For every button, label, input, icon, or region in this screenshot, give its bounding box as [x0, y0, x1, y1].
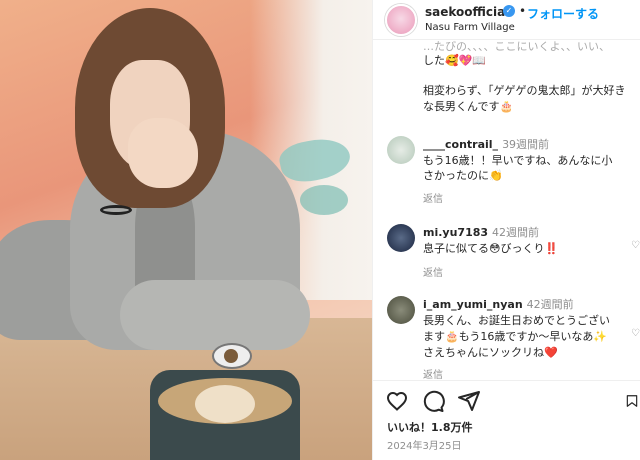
comment-time: 42週間前 — [492, 226, 540, 239]
post-photo[interactable] — [0, 0, 372, 460]
heart-icon[interactable]: ♡ — [631, 240, 640, 251]
post-location[interactable]: Nasu Farm Village — [425, 22, 515, 33]
post-date: 2024年3月25日 — [387, 441, 462, 452]
comment-text: もう16歳！！早いですね、あんなに小 — [423, 154, 613, 167]
comment-time: 39週間前 — [502, 138, 550, 151]
photo-teal-blob — [300, 185, 348, 215]
caption-line: した🥰💖📖 — [423, 54, 487, 67]
commenter-avatar[interactable] — [387, 136, 415, 164]
comment-username-text[interactable]: mi.yu7183 — [423, 226, 488, 239]
caption-line: 相変わらず、「ゲゲゲの鬼太郎」が大好き — [423, 84, 626, 97]
like-count[interactable]: いいね！1.8万件 — [387, 419, 473, 435]
comment-text: さえちゃんにソックリね❤️ — [423, 346, 558, 359]
comment-text: ます🎂もう16歳ですか〜早いなあ✨ — [423, 330, 608, 343]
photo-bracelet — [100, 205, 132, 215]
comment-username[interactable]: ____contrail_ 39週間前 — [423, 136, 549, 152]
photo-cake-figure — [195, 385, 255, 423]
profile-username[interactable]: saekoofficial — [425, 5, 509, 19]
post-actions-bar: いいね！1.8万件 2024年3月25日 — [373, 380, 640, 460]
heart-icon[interactable] — [385, 389, 409, 413]
comment-icon[interactable] — [421, 389, 445, 413]
profile-avatar[interactable] — [385, 4, 417, 36]
post-side-panel: saekoofficial ✓ • フォローする Nasu Farm Villa… — [372, 0, 640, 460]
photo-eyeball-pupil — [224, 349, 238, 363]
commenter-avatar[interactable] — [387, 296, 415, 324]
comment-username[interactable]: mi.yu7183 42週間前 — [423, 224, 539, 240]
reply-button[interactable]: 返信 — [423, 366, 443, 380]
comment-username[interactable]: i_am_yumi_nyan 42週間前 — [423, 296, 574, 312]
comment-text: 息子に似てる😳びっくり‼️ — [423, 242, 559, 255]
commenter-avatar[interactable] — [387, 224, 415, 252]
photo-hand — [128, 118, 198, 188]
share-icon[interactable] — [457, 389, 481, 413]
verified-icon: ✓ — [503, 5, 515, 17]
photo-arm — [120, 280, 310, 350]
comment-username-text[interactable]: i_am_yumi_nyan — [423, 298, 523, 311]
comment-username-text[interactable]: ____contrail_ — [423, 138, 498, 151]
comment-time: 42週間前 — [526, 298, 574, 311]
comment-text: さかったのに👏 — [423, 169, 503, 182]
comment-text: 長男くん、お誕生日おめでとうござい — [423, 314, 610, 327]
heart-icon[interactable]: ♡ — [631, 328, 640, 339]
reply-button[interactable]: 返信 — [423, 190, 443, 205]
post-header: saekoofficial ✓ • フォローする Nasu Farm Villa… — [373, 0, 640, 40]
caption-line: な長男くんです🎂 — [423, 100, 514, 113]
comments-feed[interactable]: …たびの、、、、ここにいくよ、、いい、 した🥰💖📖 相変わらず、「ゲゲゲの鬼太郎… — [373, 40, 640, 380]
reply-button[interactable]: 返信 — [423, 264, 443, 279]
follow-button[interactable]: フォローする — [527, 5, 599, 22]
separator-dot: • — [519, 4, 527, 18]
bookmark-icon[interactable] — [625, 389, 639, 413]
